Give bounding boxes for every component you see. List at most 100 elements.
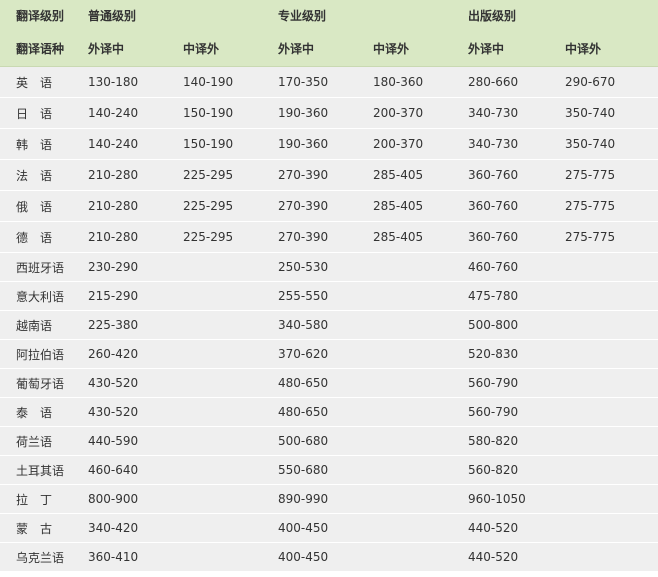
ordinary-f2c-cell: 210-280 [73, 159, 168, 191]
professional-f2c-cell: 370-620 [263, 339, 358, 369]
publishing-c2f-cell [550, 281, 658, 311]
header-ordinary-level: 普通级别 [73, 0, 168, 31]
publishing-c2f-cell [550, 426, 658, 456]
ordinary-c2f-cell [168, 339, 263, 369]
publishing-f2c-cell: 360-760 [453, 159, 550, 191]
header-publishing-f2c: 外译中 [453, 31, 550, 67]
publishing-c2f-cell [550, 310, 658, 340]
header-publishing-level: 出版级别 [453, 0, 550, 31]
professional-c2f-cell [358, 252, 453, 282]
publishing-f2c-cell: 360-760 [453, 221, 550, 253]
publishing-c2f-cell [550, 455, 658, 485]
ordinary-c2f-cell: 225-295 [168, 159, 263, 191]
ordinary-f2c-cell: 215-290 [73, 281, 168, 311]
professional-c2f-cell [358, 426, 453, 456]
publishing-f2c-cell: 475-780 [453, 281, 550, 311]
header-ordinary-c2f: 中译外 [168, 31, 263, 67]
publishing-f2c-cell: 440-520 [453, 513, 550, 543]
publishing-f2c-cell: 580-820 [453, 426, 550, 456]
publishing-f2c-cell: 360-760 [453, 190, 550, 222]
language-cell: 意大利语 [0, 281, 73, 311]
table-row: 荷兰语 440-590 500-680 580-820 [0, 426, 658, 456]
professional-c2f-cell: 180-360 [358, 66, 453, 98]
publishing-c2f-cell [550, 513, 658, 543]
publishing-c2f-cell [550, 368, 658, 398]
language-cell: 法 语 [0, 159, 73, 191]
table-row: 阿拉伯语 260-420 370-620 520-830 [0, 339, 658, 369]
professional-c2f-cell [358, 542, 453, 572]
ordinary-f2c-cell: 260-420 [73, 339, 168, 369]
table-row: 拉 丁 800-900 890-990 960-1050 [0, 484, 658, 514]
language-cell: 俄 语 [0, 190, 73, 222]
table-row: 法 语 210-280 225-295 270-390 285-405 360-760 27… [0, 159, 658, 191]
publishing-c2f-cell: 275-775 [550, 190, 658, 222]
language-cell: 土耳其语 [0, 455, 73, 485]
publishing-c2f-cell: 290-670 [550, 66, 658, 98]
language-cell: 葡萄牙语 [0, 368, 73, 398]
translation-price-table: 翻译级别 普通级别 专业级别 出版级别 翻译语种 外译中 中译外 外译中 中译外… [0, 0, 658, 572]
professional-f2c-cell: 400-450 [263, 513, 358, 543]
professional-f2c-cell: 170-350 [263, 66, 358, 98]
header-professional-c2f: 中译外 [358, 31, 453, 67]
language-cell: 德 语 [0, 221, 73, 253]
publishing-c2f-cell: 350-740 [550, 128, 658, 160]
ordinary-f2c-cell: 430-520 [73, 368, 168, 398]
language-cell: 越南语 [0, 310, 73, 340]
ordinary-c2f-cell [168, 310, 263, 340]
professional-f2c-cell: 250-530 [263, 252, 358, 282]
publishing-f2c-cell: 340-730 [453, 128, 550, 160]
professional-c2f-cell [358, 339, 453, 369]
table-row: 西班牙语 230-290 250-530 460-760 [0, 252, 658, 282]
table-row: 土耳其语 460-640 550-680 560-820 [0, 455, 658, 485]
ordinary-f2c-cell: 225-380 [73, 310, 168, 340]
professional-f2c-cell: 890-990 [263, 484, 358, 514]
ordinary-f2c-cell: 140-240 [73, 97, 168, 129]
publishing-f2c-cell: 500-800 [453, 310, 550, 340]
ordinary-f2c-cell: 130-180 [73, 66, 168, 98]
table-row: 意大利语 215-290 255-550 475-780 [0, 281, 658, 311]
table-row: 英 语 130-180 140-190 170-350 180-360 280-660 29… [0, 66, 658, 98]
language-cell: 蒙 古 [0, 513, 73, 543]
header-ordinary-f2c: 外译中 [73, 31, 168, 67]
publishing-f2c-cell: 560-790 [453, 368, 550, 398]
publishing-f2c-cell: 560-820 [453, 455, 550, 485]
ordinary-f2c-cell: 140-240 [73, 128, 168, 160]
ordinary-f2c-cell: 210-280 [73, 221, 168, 253]
professional-c2f-cell [358, 455, 453, 485]
ordinary-c2f-cell [168, 484, 263, 514]
table-row: 泰 语 430-520 480-650 560-790 [0, 397, 658, 427]
ordinary-c2f-cell [168, 426, 263, 456]
professional-f2c-cell: 255-550 [263, 281, 358, 311]
professional-f2c-cell: 400-450 [263, 542, 358, 572]
header-professional-f2c: 外译中 [263, 31, 358, 67]
publishing-f2c-cell: 440-520 [453, 542, 550, 572]
language-cell: 荷兰语 [0, 426, 73, 456]
ordinary-c2f-cell [168, 455, 263, 485]
table-header-row-directions: 翻译语种 外译中 中译外 外译中 中译外 外译中 中译外 [0, 31, 658, 67]
professional-c2f-cell [358, 310, 453, 340]
language-cell: 西班牙语 [0, 252, 73, 282]
publishing-c2f-cell: 275-775 [550, 159, 658, 191]
publishing-f2c-cell: 560-790 [453, 397, 550, 427]
language-cell: 拉 丁 [0, 484, 73, 514]
ordinary-c2f-cell: 150-190 [168, 128, 263, 160]
professional-c2f-cell: 285-405 [358, 190, 453, 222]
table-row: 葡萄牙语 430-520 480-650 560-790 [0, 368, 658, 398]
language-cell: 韩 语 [0, 128, 73, 160]
professional-f2c-cell: 480-650 [263, 397, 358, 427]
publishing-f2c-cell: 340-730 [453, 97, 550, 129]
table-row: 乌克兰语 360-410 400-450 440-520 [0, 542, 658, 572]
ordinary-c2f-cell: 225-295 [168, 190, 263, 222]
publishing-c2f-cell [550, 339, 658, 369]
professional-f2c-cell: 500-680 [263, 426, 358, 456]
professional-c2f-cell [358, 368, 453, 398]
professional-f2c-cell: 270-390 [263, 221, 358, 253]
ordinary-c2f-cell [168, 542, 263, 572]
publishing-c2f-cell [550, 252, 658, 282]
professional-f2c-cell: 190-360 [263, 97, 358, 129]
publishing-c2f-cell [550, 484, 658, 514]
ordinary-c2f-cell: 150-190 [168, 97, 263, 129]
table-row: 越南语 225-380 340-580 500-800 [0, 310, 658, 340]
language-cell: 日 语 [0, 97, 73, 129]
ordinary-f2c-cell: 230-290 [73, 252, 168, 282]
